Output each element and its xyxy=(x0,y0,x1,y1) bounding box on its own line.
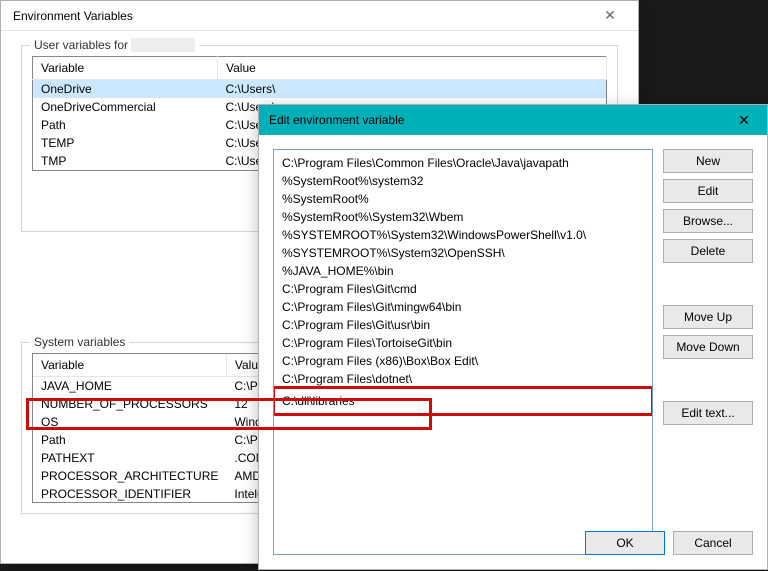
edit-dialog-titlebar: Edit environment variable ✕ xyxy=(259,105,767,135)
cell-variable: TMP xyxy=(33,152,218,171)
path-entry[interactable]: C:\Program Files (x86)\Box\Box Edit\ xyxy=(274,352,652,370)
cancel-button[interactable]: Cancel xyxy=(673,531,753,555)
delete-button[interactable]: Delete xyxy=(663,239,753,263)
new-button[interactable]: New xyxy=(663,149,753,173)
table-row[interactable]: OneDriveC:\Users\ xyxy=(33,80,607,99)
close-icon[interactable]: ✕ xyxy=(721,112,767,129)
username-redacted: xxxx xyxy=(131,38,195,52)
ok-button[interactable]: OK xyxy=(585,531,665,555)
path-entries-list[interactable]: C:\Program Files\Common Files\Oracle\Jav… xyxy=(273,149,653,555)
cell-variable: PATHEXT xyxy=(33,449,226,467)
move-down-button[interactable]: Move Down xyxy=(663,335,753,359)
path-entry[interactable]: C:\Program Files\Git\cmd xyxy=(274,280,652,298)
cell-variable: PROCESSOR_ARCHITECTURE xyxy=(33,467,226,485)
path-entry[interactable]: %SystemRoot%\System32\Wbem xyxy=(274,208,652,226)
path-entry[interactable]: %SYSTEMROOT%\System32\WindowsPowerShell\… xyxy=(274,226,652,244)
edit-dialog-title: Edit environment variable xyxy=(269,113,721,127)
path-entry[interactable]: %SystemRoot%\system32 xyxy=(274,172,652,190)
close-icon[interactable]: ✕ xyxy=(590,7,630,24)
path-entry[interactable]: C:\dll\libraries xyxy=(274,388,652,414)
path-entry[interactable]: C:\Program Files\Git\mingw64\bin xyxy=(274,298,652,316)
cell-variable: Path xyxy=(33,431,226,449)
cell-value: C:\Users\ xyxy=(218,80,607,99)
path-entry[interactable]: C:\Program Files\TortoiseGit\bin xyxy=(274,334,652,352)
edit-button[interactable]: Edit xyxy=(663,179,753,203)
move-up-button[interactable]: Move Up xyxy=(663,305,753,329)
cell-variable: OneDrive xyxy=(33,80,218,99)
browse-button[interactable]: Browse... xyxy=(663,209,753,233)
cell-variable: NUMBER_OF_PROCESSORS xyxy=(33,395,226,413)
env-dialog-title: Environment Variables xyxy=(9,9,590,23)
col-value[interactable]: Value xyxy=(218,57,607,80)
cell-variable: OS xyxy=(33,413,226,431)
edit-text-button[interactable]: Edit text... xyxy=(663,401,753,425)
env-dialog-titlebar: Environment Variables ✕ xyxy=(1,1,638,31)
path-entry[interactable]: %SYSTEMROOT%\System32\OpenSSH\ xyxy=(274,244,652,262)
cell-variable: JAVA_HOME xyxy=(33,377,226,396)
edit-dialog-side-buttons: New Edit Browse... Delete Move Up Move D… xyxy=(663,149,753,555)
path-entry[interactable]: C:\Program Files\Git\usr\bin xyxy=(274,316,652,334)
path-entry[interactable]: C:\Program Files\dotnet\ xyxy=(274,370,652,388)
user-variables-label: User variables for xxxx xyxy=(30,38,199,52)
path-entry[interactable]: %SystemRoot% xyxy=(274,190,652,208)
edit-dialog-bottom-buttons: OK Cancel xyxy=(585,531,753,555)
cell-variable: Path xyxy=(33,116,218,134)
system-variables-label: System variables xyxy=(30,335,129,349)
path-entry[interactable]: C:\Program Files\Common Files\Oracle\Jav… xyxy=(274,154,652,172)
col-variable[interactable]: Variable xyxy=(33,57,218,80)
col-variable[interactable]: Variable xyxy=(33,354,226,377)
cell-variable: TEMP xyxy=(33,134,218,152)
cell-variable: PROCESSOR_IDENTIFIER xyxy=(33,485,226,503)
path-entry[interactable]: %JAVA_HOME%\bin xyxy=(274,262,652,280)
cell-variable: OneDriveCommercial xyxy=(33,98,218,116)
edit-environment-variable-dialog: Edit environment variable ✕ C:\Program F… xyxy=(258,104,768,570)
